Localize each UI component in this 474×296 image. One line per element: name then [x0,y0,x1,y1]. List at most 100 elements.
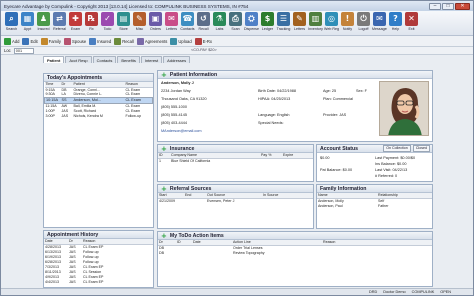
toolbar-button-inventory[interactable]: ▥ Inventory [308,12,323,31]
toolbar-button-recall[interactable]: ↺ Recall [196,12,211,31]
toolbar-button-search[interactable]: ⌕ Search [4,12,19,31]
toolbar-button-web-reg[interactable]: ◎ Web Reg [324,12,339,31]
tab-addresses[interactable]: Addresses [163,56,191,63]
toolbar-button-label: Web Reg [324,27,339,31]
toolbar-button-label: Notify [342,27,353,31]
table-row[interactable]: 1 Blue Shield Of California [158,158,313,163]
todo-header: + My ToDo Action Items [158,232,432,240]
toolbar-button-todo[interactable]: ✓ Todo [100,12,115,31]
toolbar-button-scan[interactable]: ⎙ Scan [228,12,243,31]
patient-special-needs: Special Needs: [258,121,284,125]
toolbar-button-store[interactable]: ▤ Store [116,12,131,31]
toolbar-button-labs[interactable]: ⚗ Labs [212,12,227,31]
close-button[interactable]: ✕ [455,2,470,10]
action-insured[interactable]: Insured [89,37,111,45]
patient-cell-phone: (805) 403-4444 [161,121,187,125]
tab-contacts[interactable]: Contacts [92,56,117,63]
toolbar-button-label: Letters [294,27,305,31]
tracking-icon: ☰ [277,12,290,26]
toolbar-button-insured[interactable]: ♟ Insured [36,12,51,31]
edit-icon [22,37,30,45]
toolbar-button-label: Insured [37,27,50,31]
toolbar-button-notify[interactable]: ! Notify [340,12,355,31]
insurance-header: + Insurance [158,145,313,153]
patient-address2: Thousand Oaks, CA 91320 [161,97,207,101]
maximize-button[interactable]: □ [442,2,454,10]
tab-interest[interactable]: Interest [140,56,163,63]
toolbar-button-exit[interactable]: ✕ Exit [404,12,419,31]
on-collection-checkbox[interactable]: On Collection [383,145,411,152]
toolbar-button-label: Appt [23,27,32,31]
appointment-history-panel: Appointment History Date Dr Reason 4/28/20… [43,230,154,288]
minimize-button[interactable]: – [429,2,441,10]
action-upload[interactable]: Upload [170,37,192,45]
toolbar-button-help[interactable]: ? Help [388,12,403,31]
action-label: Upload [178,38,192,44]
toolbar-button-tracking[interactable]: ☰ Tracking [276,12,291,31]
table-cell: 4/21/2009 [159,198,175,203]
toolbar-button-appt[interactable]: ▦ Appt [20,12,35,31]
dispense-icon: ⛭ [245,12,258,26]
toolbar-button-letters[interactable]: ✉ Letters [164,12,179,31]
history-table: Date Dr Reason 4/28/2013 JAS CL Exam EP 6/13/… [44,239,153,284]
add-todo-icon[interactable]: + [161,232,167,239]
patient-sex: Sex: F [356,89,367,93]
add-referral-icon[interactable]: + [161,185,167,192]
table-row[interactable]: 4/4/2013 JAS CL Exam EP [44,279,153,284]
tab-acct-resp[interactable]: Acct Resp [65,56,92,63]
toolbar-button-dispense[interactable]: ⛭ Dispense [244,12,259,31]
add-icon [4,37,11,45]
table-row[interactable]: 4/21/2009 Evensen, Peter J [158,198,313,203]
toolbar-button-referral[interactable]: ⇄ Referral [52,12,67,31]
closed-checkbox[interactable]: Closed [412,145,430,152]
insured-icon: ♟ [37,12,50,26]
main-icon-toolbar: ⌕ Search ▦ Appt ♟ Insured ⇄ Referral ✚ Exam ℞ Rx ✓ To… [1,11,473,36]
inventory-icon: ▥ [309,12,322,26]
tab-benefits[interactable]: Benefits [117,56,140,63]
toolbar-button-messages[interactable]: ✉ Messages [372,12,387,31]
appointments-title: Today's Appointments [47,74,103,81]
toolbar-button-ledger[interactable]: $ Ledger [260,12,275,31]
action-edit[interactable]: Edit [22,37,38,45]
copay-info: <CO-PAY $20> [191,48,217,52]
family-icon [40,37,48,45]
rx-icon: ℞ [85,12,98,26]
table-cell [176,250,192,255]
web-reg-icon: ◎ [325,12,338,26]
patient-email[interactable]: MAnderson@email.com [161,129,202,133]
window-title: Eyecare Advantage by Compulink - Copyrig… [4,3,249,9]
toolbar-button-rx[interactable]: ℞ Rx [84,12,99,31]
action-label: Edit [30,38,38,44]
toolbar-button-logoff[interactable]: ⏻ Logoff [356,12,371,31]
toolbar-button-contacts[interactable]: ☎ Contacts [180,12,195,31]
title-bar: Eyecare Advantage by Compulink - Copyrig… [1,1,473,11]
add-icon[interactable]: + [161,71,167,78]
toolbar-button-orders[interactable]: ▣ Orders [148,12,163,31]
toolbar-button-label: Tracking [276,27,291,31]
patient-title: Patient Information [169,71,218,78]
toolbar-button-letters[interactable]: ✎ Letters [292,12,307,31]
action-family[interactable]: Family [40,37,61,45]
table-cell: Blue Shield Of California [171,158,211,163]
action-spouse[interactable]: Spouse [64,37,86,45]
action-agreements[interactable]: Agreements [136,37,168,45]
action-recall[interactable]: Recall [114,37,134,45]
toolbar-button-misc[interactable]: ✎ Misc [132,12,147,31]
action-e-rx[interactable]: E-Rx [194,37,212,45]
referred-count: # Referred: 0 [375,174,398,178]
table-cell [184,198,206,203]
table-row[interactable]: 3:00P JAS Nichols, Kendra M Follow-up [45,113,153,118]
table-cell [322,250,432,255]
exam-icon: ✚ [69,12,82,26]
toolbar-button-label: Logoff [358,27,369,31]
add-insurance-icon[interactable]: + [161,145,167,152]
tab-patient[interactable]: Patient [43,56,65,63]
labs-icon: ⚗ [213,12,226,26]
loc-select[interactable]: 001 [13,47,34,54]
table-row[interactable]: Anderson, Paul Father [317,203,432,208]
action-label: Agreements [144,38,168,44]
toolbar-button-exam[interactable]: ✚ Exam [68,12,83,31]
action-add[interactable]: Add [4,37,19,45]
table-row[interactable]: DB Review Topography [158,250,432,255]
contacts-icon: ☎ [181,12,194,26]
